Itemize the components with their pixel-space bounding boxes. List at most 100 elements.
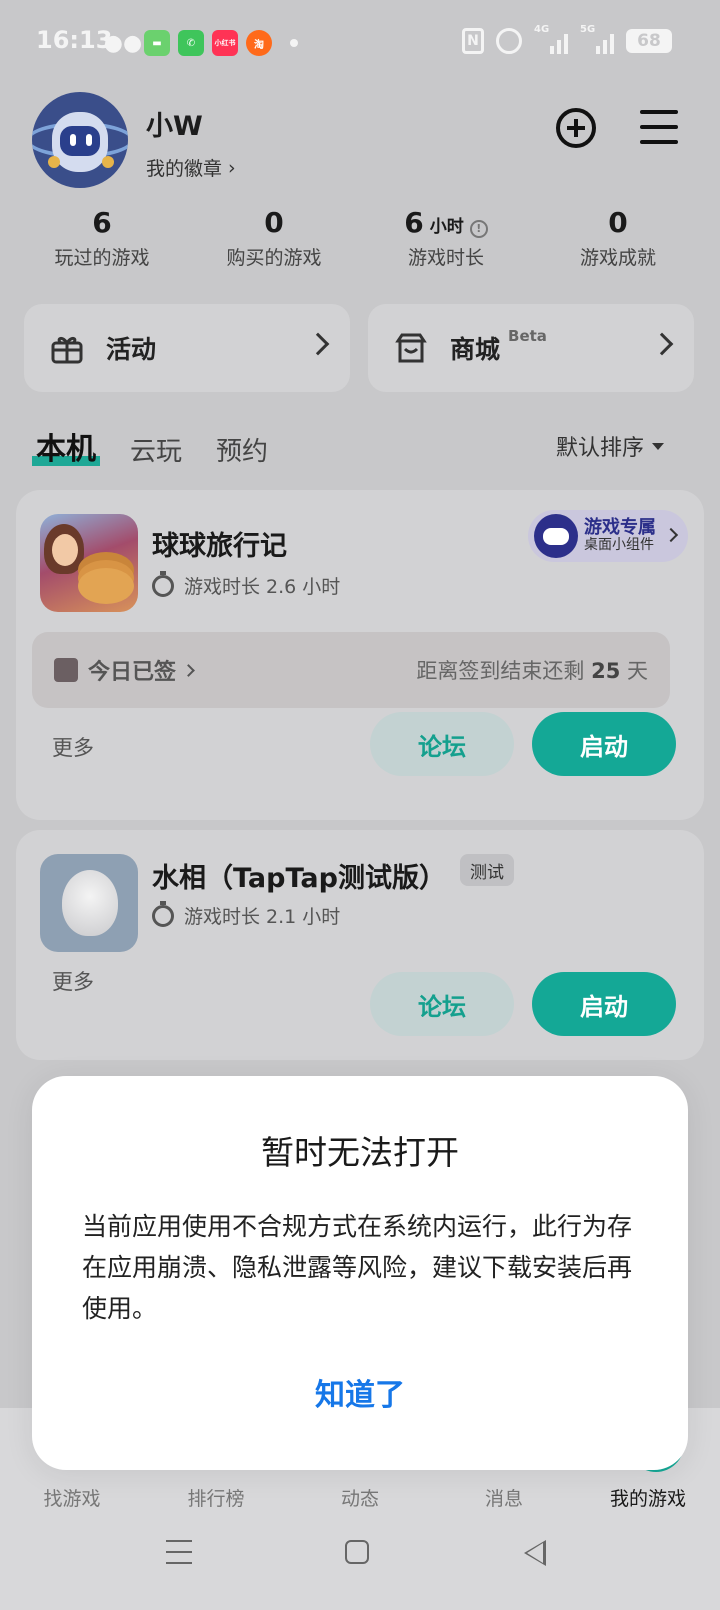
stat-value: 0 bbox=[264, 206, 284, 239]
stat-value: 6 bbox=[404, 206, 424, 239]
checkin-remaining-prefix: 距离签到结束还剩 bbox=[416, 659, 585, 683]
nfc-icon: N bbox=[462, 28, 484, 54]
game-icon[interactable] bbox=[40, 854, 138, 952]
username[interactable]: 小W bbox=[146, 104, 203, 143]
nav-rankings[interactable]: 排行榜 bbox=[187, 1484, 244, 1511]
gift-icon bbox=[51, 336, 83, 364]
game-title: 水相（TapTap测试版） bbox=[152, 863, 446, 894]
avatar[interactable] bbox=[32, 92, 128, 188]
stat-label: 玩过的游戏 bbox=[54, 247, 150, 269]
test-tag: 测试 bbox=[460, 854, 514, 886]
sort-dropdown[interactable]: 默认排序 bbox=[556, 430, 664, 462]
widget-title: 游戏专属 bbox=[584, 517, 656, 539]
game-tabs: 本机 云玩 预约 bbox=[32, 424, 268, 468]
stat-achievements[interactable]: 0 游戏成就 bbox=[532, 206, 704, 270]
store-icon bbox=[395, 333, 427, 363]
checkin-label: 今日已签 bbox=[88, 660, 177, 685]
game-title: 球球旅行记 bbox=[152, 531, 287, 562]
beta-badge: Beta bbox=[508, 327, 547, 345]
activity-card[interactable]: 活动 bbox=[24, 304, 350, 392]
more-button[interactable]: 更多 bbox=[52, 966, 94, 996]
launch-button[interactable]: 启动 bbox=[532, 712, 676, 776]
messages-icon: ▬ bbox=[144, 30, 170, 56]
playtime-text: 游戏时长 2.1 小时 bbox=[184, 906, 341, 928]
sort-label: 默认排序 bbox=[555, 436, 644, 461]
game-icon[interactable] bbox=[40, 514, 138, 612]
stat-label: 游戏时长 bbox=[407, 247, 484, 269]
signal-4g-icon: 4G bbox=[534, 24, 568, 54]
tab-reserve[interactable]: 预约 bbox=[216, 431, 268, 468]
stopwatch-icon bbox=[152, 900, 174, 927]
add-button[interactable] bbox=[556, 108, 596, 148]
stopwatch-icon bbox=[152, 570, 174, 597]
nav-feed[interactable]: 动态 bbox=[341, 1484, 379, 1511]
caret-down-icon bbox=[652, 442, 664, 450]
menu-button[interactable] bbox=[640, 110, 678, 144]
gamepad-icon bbox=[534, 514, 578, 558]
tab-local[interactable]: 本机 bbox=[32, 424, 100, 468]
battery-indicator: 68 bbox=[626, 29, 672, 53]
widget-subtitle: 桌面小组件 bbox=[584, 537, 654, 554]
game-playtime: 游戏时长 2.6 小时 bbox=[152, 570, 341, 599]
store-card[interactable]: 商城 Beta bbox=[368, 304, 694, 392]
tab-cloud[interactable]: 云玩 bbox=[130, 431, 182, 468]
activity-label: 活动 bbox=[106, 335, 157, 364]
chevron-right-icon bbox=[650, 332, 674, 356]
back-icon[interactable] bbox=[524, 1540, 546, 1566]
game-playtime: 游戏时长 2.1 小时 bbox=[152, 900, 341, 929]
network-5g-label: 5G bbox=[580, 24, 596, 35]
stat-value: 6 bbox=[92, 206, 112, 239]
forum-button[interactable]: 论坛 bbox=[370, 712, 514, 776]
stat-label: 游戏成就 bbox=[579, 247, 656, 269]
chevron-right-icon bbox=[182, 663, 195, 677]
dialog-title: 暂时无法打开 bbox=[261, 1133, 459, 1172]
stat-unit: 小时 bbox=[429, 217, 464, 237]
nav-messages[interactable]: 消息 bbox=[485, 1484, 523, 1511]
taobao-icon: 淘 bbox=[246, 30, 272, 56]
stat-played-games[interactable]: 6 玩过的游戏 bbox=[16, 206, 188, 270]
stat-value: 0 bbox=[608, 206, 628, 239]
xiaohongshu-icon: 小红书 bbox=[212, 30, 238, 56]
desktop-widget-button[interactable]: 游戏专属 桌面小组件 bbox=[528, 510, 688, 562]
more-notifications-dot bbox=[290, 39, 298, 47]
game-card[interactable]: 球球旅行记 游戏时长 2.6 小时 游戏专属 桌面小组件 今日已签 距离签到结束… bbox=[16, 490, 704, 820]
my-badges-link[interactable]: 我的徽章 › bbox=[146, 154, 236, 181]
game-card[interactable]: 水相（TapTap测试版） 测试 游戏时长 2.1 小时 更多 论坛 启动 bbox=[16, 830, 704, 1060]
alert-dialog: 暂时无法打开 当前应用使用不合规方式在系统内运行，此行为存在应用崩溃、隐私泄露等… bbox=[32, 1076, 688, 1470]
chevron-right-icon: › bbox=[228, 156, 236, 179]
recent-apps-icon[interactable] bbox=[166, 1540, 192, 1564]
playtime-text: 游戏时长 2.6 小时 bbox=[184, 576, 341, 598]
home-icon[interactable] bbox=[345, 1540, 369, 1564]
launch-button[interactable]: 启动 bbox=[532, 972, 676, 1036]
store-label: 商城 bbox=[450, 335, 501, 364]
stat-purchased-games[interactable]: 0 购买的游戏 bbox=[188, 206, 360, 270]
stat-label: 购买的游戏 bbox=[226, 247, 322, 269]
notification-icons: ●● ▬ ✆ 小红书 淘 bbox=[103, 30, 298, 56]
checkin-suffix: 天 bbox=[627, 659, 648, 683]
system-icons: N 4G 5G 68 bbox=[462, 24, 672, 54]
wechat-icon: ●● bbox=[103, 30, 143, 56]
checkin-days: 25 bbox=[591, 659, 621, 683]
dialog-message: 当前应用使用不合规方式在系统内运行，此行为存在应用崩溃、隐私泄露等风险，建议下载… bbox=[82, 1212, 633, 1323]
alarm-icon bbox=[496, 28, 522, 54]
stat-playtime[interactable]: 6 小时 ! 游戏时长 bbox=[360, 206, 532, 270]
signal-5g-icon: 5G bbox=[580, 24, 614, 54]
more-button[interactable]: 更多 bbox=[52, 732, 94, 762]
network-4g-label: 4G bbox=[534, 24, 550, 35]
status-time: 16:13 bbox=[36, 26, 113, 54]
chevron-right-icon bbox=[306, 332, 330, 356]
stats-row: 6 玩过的游戏 0 购买的游戏 6 小时 ! 游戏时长 0 游戏成就 bbox=[0, 206, 720, 270]
calendar-check-icon bbox=[54, 658, 78, 682]
status-bar: 16:13 ●● ▬ ✆ 小红书 淘 N 4G 5G 68 bbox=[0, 0, 720, 86]
phone-icon: ✆ bbox=[178, 30, 204, 56]
my-badges-label: 我的徽章 bbox=[146, 158, 223, 180]
system-navigation-bar bbox=[0, 1512, 720, 1610]
checkin-remaining: 距离签到结束还剩 25 天 bbox=[416, 655, 648, 685]
forum-button[interactable]: 论坛 bbox=[370, 972, 514, 1036]
info-icon[interactable]: ! bbox=[469, 219, 488, 238]
acknowledge-button[interactable]: 知道了 bbox=[32, 1370, 688, 1414]
chevron-right-icon bbox=[663, 527, 679, 543]
nav-find-games[interactable]: 找游戏 bbox=[43, 1484, 100, 1511]
checkin-bar[interactable]: 今日已签 距离签到结束还剩 25 天 bbox=[32, 632, 670, 708]
nav-my-games[interactable]: 我的游戏 bbox=[610, 1484, 686, 1511]
